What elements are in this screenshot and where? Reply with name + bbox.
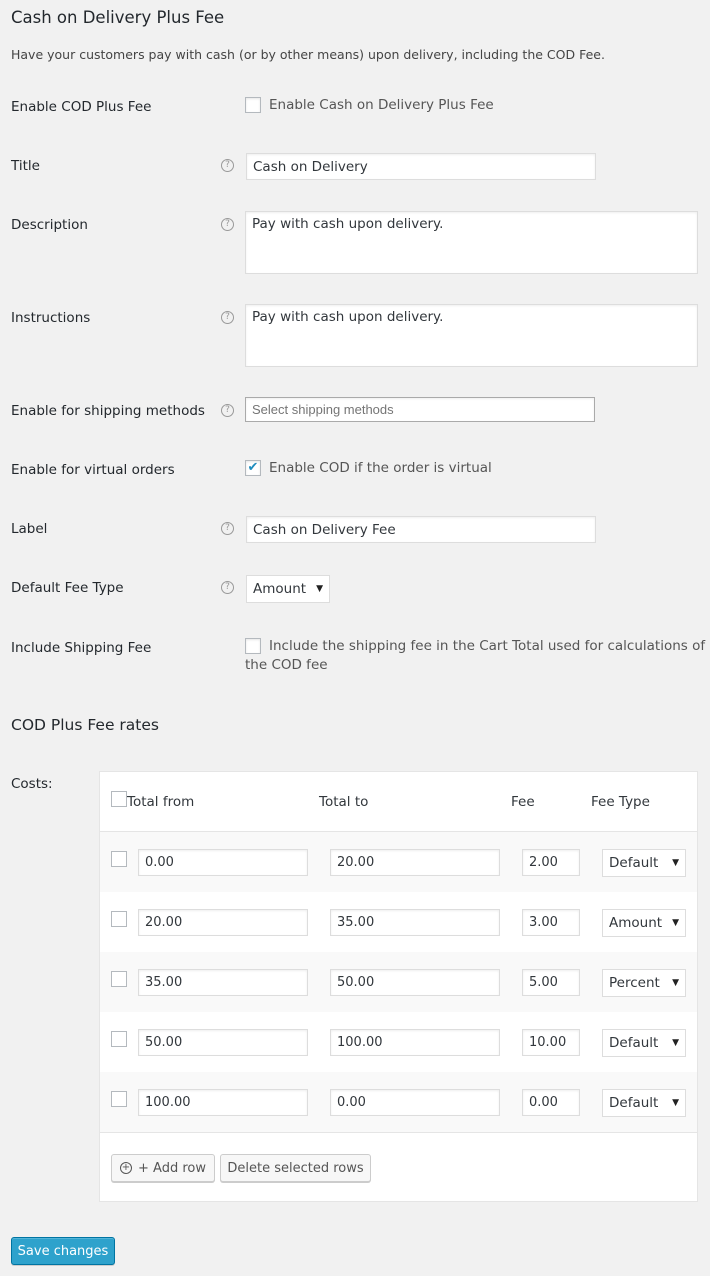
virtual-checkbox-label: Enable COD if the order is virtual: [269, 460, 492, 476]
rate-row: Percent ▼: [100, 952, 697, 1012]
row-checkbox[interactable]: [111, 1031, 127, 1047]
plus-circle-icon: +: [120, 1162, 132, 1174]
dropdown-arrow-icon: ▼: [672, 1098, 679, 1108]
delete-rows-button[interactable]: Delete selected rows: [220, 1154, 371, 1182]
instructions-textarea[interactable]: Pay with cash upon delivery.: [245, 304, 698, 367]
dropdown-arrow-icon: ▼: [672, 858, 679, 868]
fee-type-value: Default: [609, 855, 659, 871]
dropdown-arrow-icon: ▼: [672, 918, 679, 928]
add-row-button[interactable]: + + Add row: [111, 1154, 215, 1182]
enable-checkbox[interactable]: [245, 97, 261, 113]
select-all-checkbox[interactable]: [111, 791, 127, 807]
fee-type-select[interactable]: Percent ▼: [602, 969, 686, 997]
total-from-input[interactable]: [138, 1029, 308, 1056]
rate-row: Default ▼: [100, 832, 697, 892]
virtual-checkbox[interactable]: ✔: [245, 460, 261, 476]
dropdown-arrow-icon: ▼: [672, 1038, 679, 1048]
title-input[interactable]: [246, 153, 596, 180]
fee-type-select[interactable]: Default ▼: [602, 1089, 686, 1117]
default-fee-type-label: Default Fee Type: [11, 580, 124, 596]
fee-type-value: Default: [609, 1035, 659, 1051]
total-to-input[interactable]: [330, 909, 500, 936]
fee-label-label: Label: [11, 521, 48, 537]
row-checkbox[interactable]: [111, 971, 127, 987]
footer-divider: [100, 1132, 697, 1133]
default-fee-type-select[interactable]: Amount ▼: [246, 575, 330, 603]
fee-type-value: Amount: [609, 915, 663, 931]
fee-label-input[interactable]: [246, 516, 596, 543]
total-to-input[interactable]: [330, 1029, 500, 1056]
rates-table: Total from Total to Fee Fee Type Default…: [99, 771, 698, 1202]
column-header: Total from: [127, 794, 195, 810]
fee-type-select[interactable]: Default ▼: [602, 1029, 686, 1057]
fee-input[interactable]: [522, 969, 580, 996]
help-icon: ?: [221, 522, 234, 535]
shipping-methods-select[interactable]: [245, 397, 595, 422]
column-header: Fee: [511, 794, 535, 810]
fee-type-value: Default: [609, 1095, 659, 1111]
include-shipping-text-2: the COD fee: [245, 657, 328, 673]
help-icon: ?: [221, 159, 234, 172]
help-icon: ?: [221, 218, 234, 231]
total-to-input[interactable]: [330, 1089, 500, 1116]
total-from-input[interactable]: [138, 969, 308, 996]
total-to-input[interactable]: [330, 969, 500, 996]
dropdown-arrow-icon: ▼: [672, 978, 679, 988]
description-label: Description: [11, 217, 88, 233]
instructions-label: Instructions: [11, 310, 91, 326]
costs-label: Costs:: [11, 776, 53, 792]
include-shipping-text-1: Include the shipping fee in the Cart Tot…: [269, 638, 706, 654]
add-row-label: + Add row: [138, 1160, 206, 1176]
shipping-methods-label: Enable for shipping methods: [11, 403, 205, 419]
enable-label: Enable COD Plus Fee: [11, 99, 152, 115]
help-icon: ?: [221, 404, 234, 417]
fee-type-select[interactable]: Default ▼: [602, 849, 686, 877]
row-checkbox[interactable]: [111, 911, 127, 927]
help-icon: ?: [221, 581, 234, 594]
page-description: Have your customers pay with cash (or by…: [11, 47, 605, 62]
default-fee-type-value: Amount: [253, 581, 307, 597]
total-from-input[interactable]: [138, 1089, 308, 1116]
rate-row: Amount ▼: [100, 892, 697, 952]
fee-type-value: Percent: [609, 975, 660, 991]
total-from-input[interactable]: [138, 909, 308, 936]
description-textarea[interactable]: Pay with cash upon delivery.: [245, 211, 698, 274]
dropdown-arrow-icon: ▼: [316, 584, 323, 594]
include-shipping-label: Include Shipping Fee: [11, 640, 152, 656]
rate-row: Default ▼: [100, 1012, 697, 1072]
rates-heading: COD Plus Fee rates: [11, 716, 159, 734]
total-from-input[interactable]: [138, 849, 308, 876]
page-title: Cash on Delivery Plus Fee: [11, 8, 225, 27]
help-icon: ?: [221, 311, 234, 324]
column-header: Total to: [319, 794, 369, 810]
row-checkbox[interactable]: [111, 851, 127, 867]
title-label: Title: [11, 158, 40, 174]
total-to-input[interactable]: [330, 849, 500, 876]
fee-input[interactable]: [522, 849, 580, 876]
checkmark-icon: ✔: [247, 460, 259, 475]
fee-input[interactable]: [522, 1089, 580, 1116]
fee-input[interactable]: [522, 909, 580, 936]
column-header: Fee Type: [591, 794, 650, 810]
virtual-orders-label: Enable for virtual orders: [11, 462, 175, 478]
row-checkbox[interactable]: [111, 1091, 127, 1107]
save-changes-button[interactable]: Save changes: [11, 1237, 115, 1265]
include-shipping-checkbox[interactable]: [245, 638, 261, 654]
enable-checkbox-label: Enable Cash on Delivery Plus Fee: [269, 97, 494, 113]
rate-row: Default ▼: [100, 1072, 697, 1132]
fee-type-select[interactable]: Amount ▼: [602, 909, 686, 937]
fee-input[interactable]: [522, 1029, 580, 1056]
